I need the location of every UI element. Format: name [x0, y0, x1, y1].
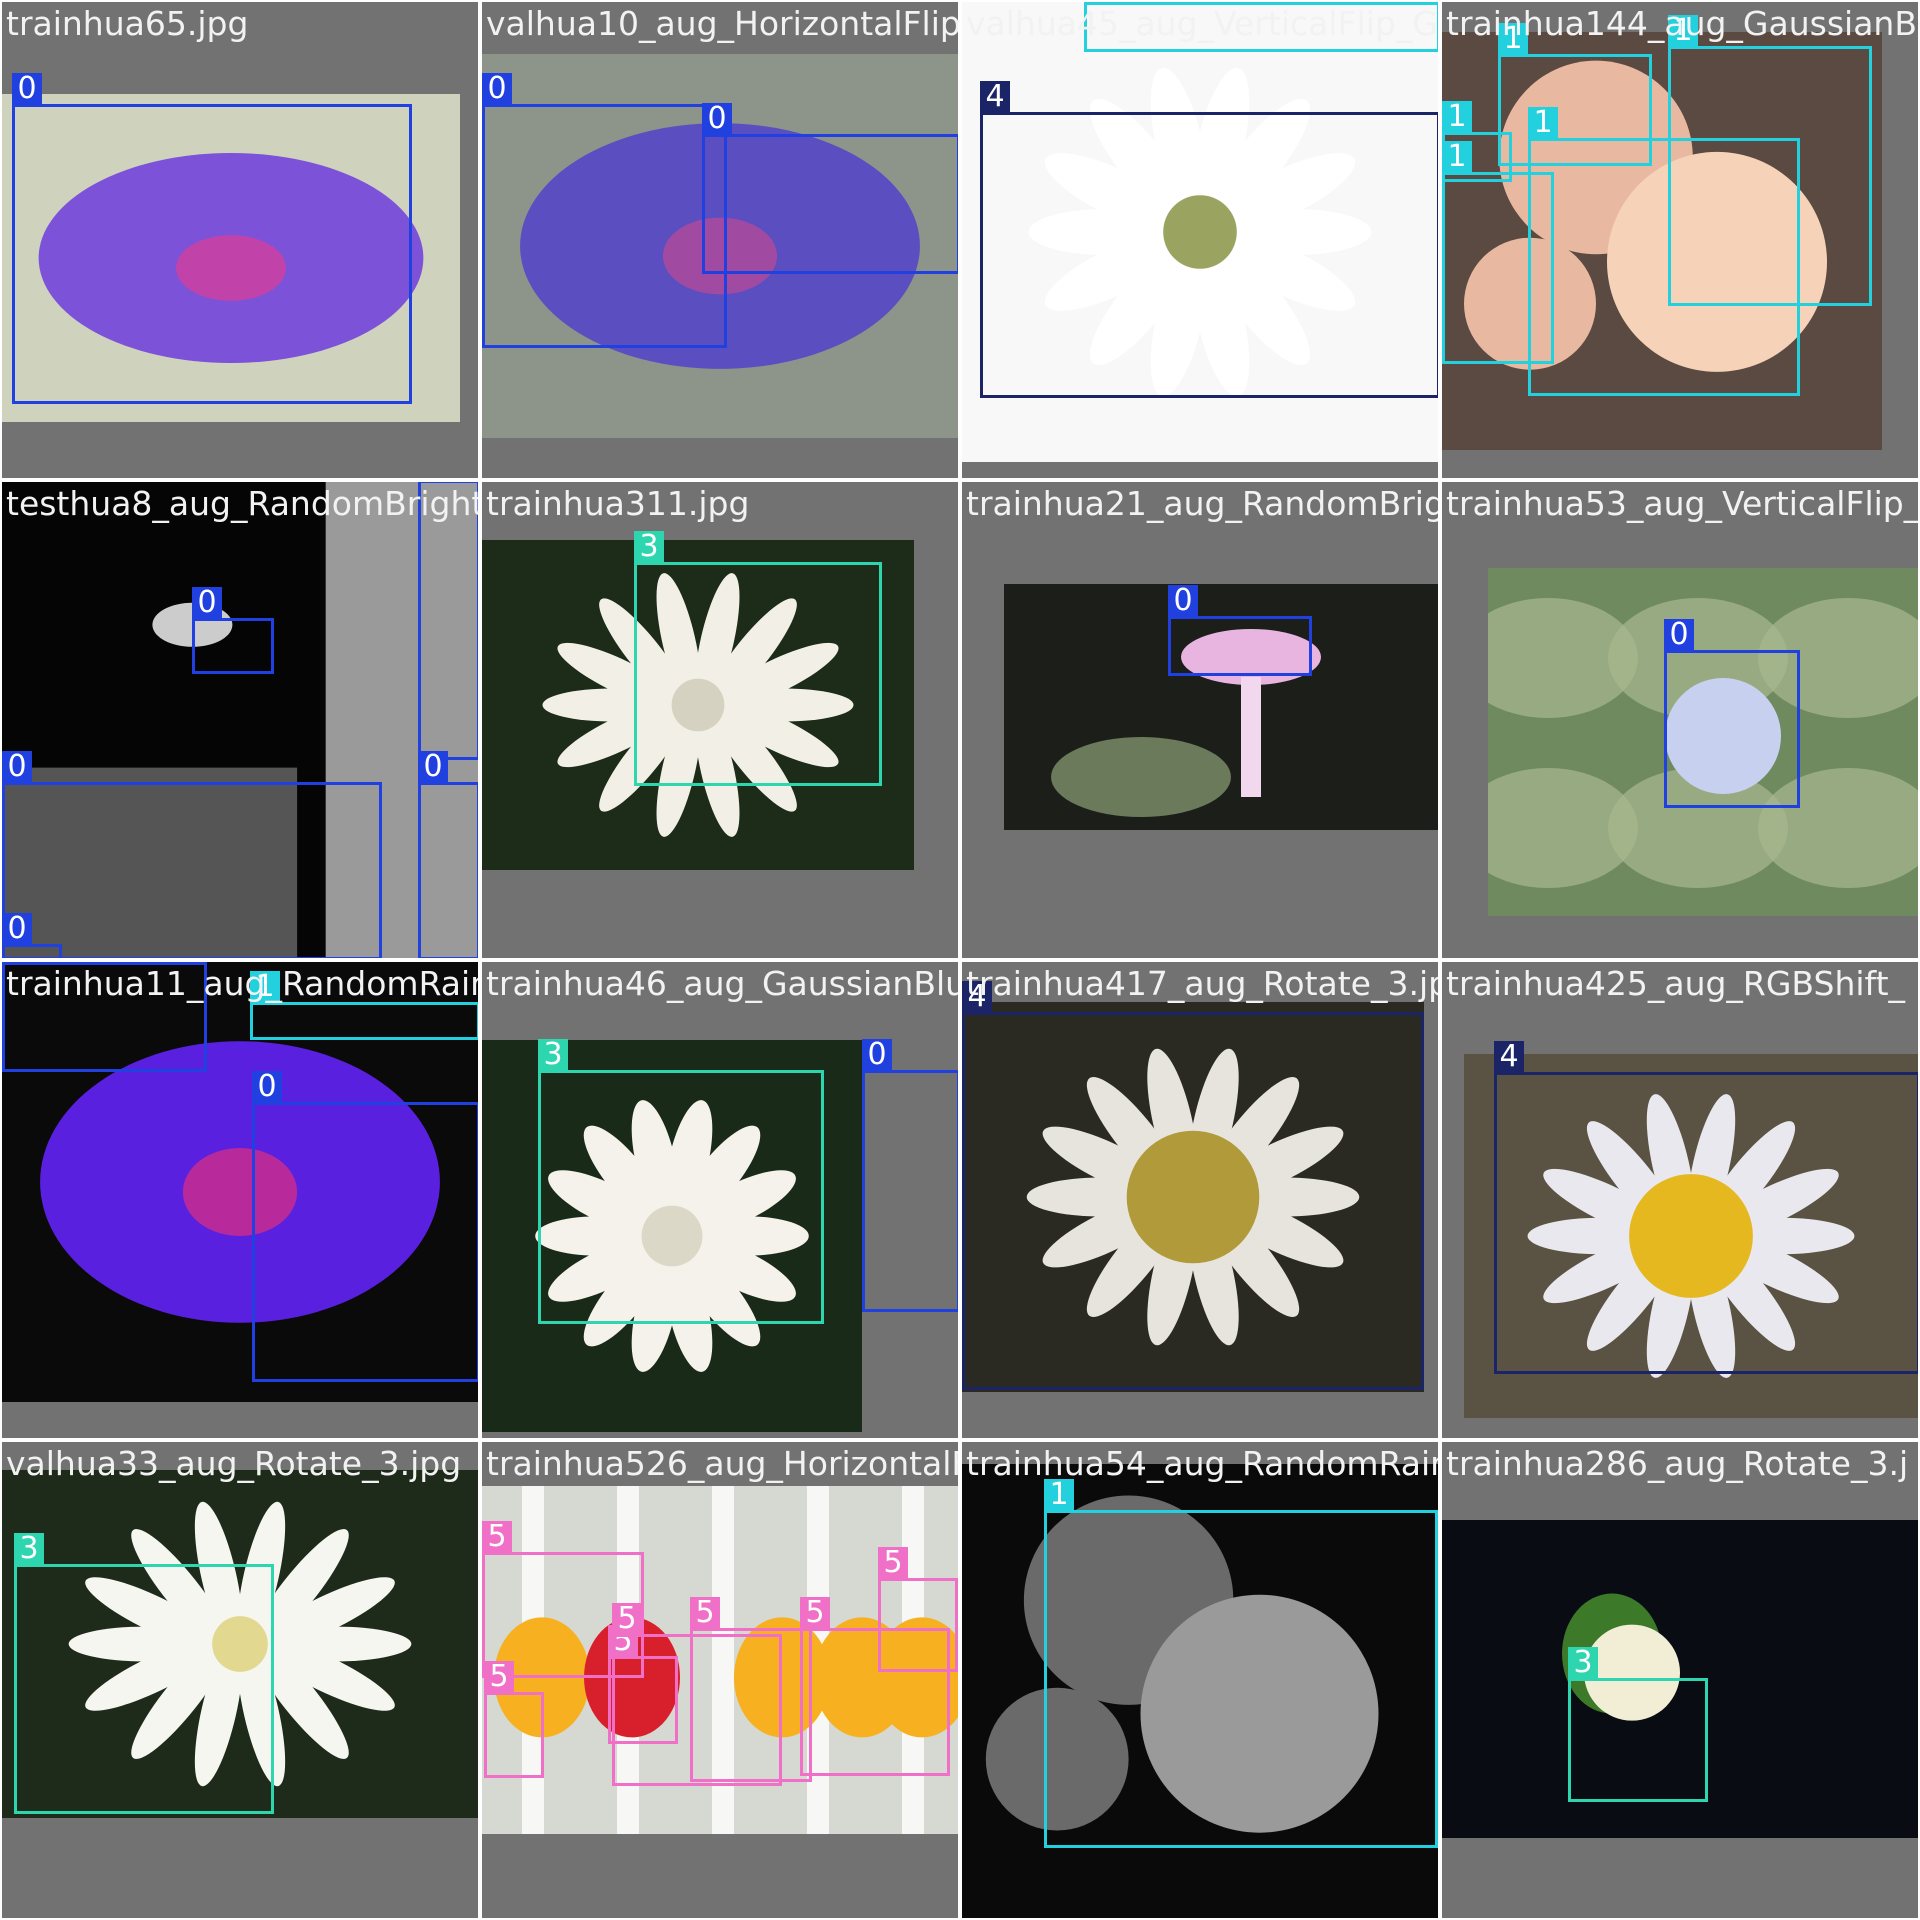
- class-label: 5: [612, 1603, 642, 1635]
- bounding-box: 5: [484, 1661, 544, 1778]
- class-label: 0: [702, 103, 732, 135]
- tile-filename: trainhua417_aug_Rotate_3.jpg: [966, 964, 1440, 1003]
- tile-3: valhua45_aug_VerticalFlip_Gaussian 4 1: [960, 0, 1440, 480]
- class-label: 0: [252, 1071, 282, 1103]
- tile-filename: trainhua526_aug_HorizontalFlip_1.jpg: [486, 1444, 960, 1483]
- tile-13: valhua33_aug_Rotate_3.jpg 3: [0, 1440, 480, 1920]
- class-label: 5: [482, 1521, 512, 1553]
- tile-filename: trainhua53_aug_VerticalFlip_: [1446, 484, 1920, 523]
- tile-filename: valhua45_aug_VerticalFlip_Gaussian: [966, 4, 1438, 43]
- tile-14: trainhua526_aug_HorizontalFlip_1.jpg 5 5 5 5…: [480, 1440, 960, 1920]
- tile-16: trainhua286_aug_Rotate_3.j 3: [1440, 1440, 1920, 1920]
- tile-4: trainhua144_aug_GaussianB 1 1 1 1 1: [1440, 0, 1920, 480]
- bounding-box: 0: [2, 913, 62, 958]
- tile-9: trainhua11_aug_RandomRain_0.jpg010: [0, 960, 480, 1440]
- class-label: 5: [800, 1597, 830, 1629]
- class-label: 3: [1568, 1647, 1598, 1679]
- mosaic-grid: trainhua65.jpg 0 valhua10_aug_HorizontalF…: [0, 0, 1920, 1920]
- bounding-box: 5: [878, 1547, 958, 1672]
- class-label: 0: [418, 751, 448, 783]
- bounding-box: 0: [2, 751, 382, 958]
- class-label: 0: [2, 751, 32, 783]
- bounding-box: 0: [482, 73, 727, 348]
- bounding-box: 1: [1442, 101, 1512, 182]
- bounding-box: 4: [980, 81, 1438, 398]
- class-label: 0: [2, 962, 32, 963]
- tile-7: trainhua21_aug_RandomBrightnessContrast 0: [960, 480, 1440, 960]
- bounding-box: 4: [962, 981, 1424, 1390]
- tile-8: trainhua53_aug_VerticalFlip_ 0: [1440, 480, 1920, 960]
- tile-1: trainhua65.jpg 0: [0, 0, 480, 480]
- bounding-box: 1: [250, 971, 478, 1040]
- tile-filename: trainhua11_aug_RandomRain_0.jpg: [6, 964, 478, 1003]
- class-label: 4: [1494, 1041, 1524, 1073]
- bounding-box: 3: [538, 1039, 824, 1324]
- tile-11: trainhua417_aug_Rotate_3.jpg 4: [960, 960, 1440, 1440]
- bounding-box: 0: [418, 751, 478, 958]
- bounding-box: 0: [192, 587, 274, 674]
- tile-6: trainhua311.jpg 3: [480, 480, 960, 960]
- class-label: 3: [634, 531, 664, 563]
- tile-filename: trainhua54_aug_RandomRain_0.jpg: [966, 1444, 1438, 1483]
- class-label: 3: [14, 1533, 44, 1565]
- bounding-box: 0: [252, 1071, 478, 1382]
- class-label: 1: [1442, 101, 1472, 133]
- class-label: 1: [1084, 2, 1114, 3]
- bounding-box: 0: [862, 1039, 958, 1312]
- tile-5: testhua8_aug_RandomBrightnessContrast 0 0 0…: [0, 480, 480, 960]
- bounding-box: 0: [12, 73, 412, 404]
- class-label: 0: [192, 587, 222, 619]
- bounding-box: 0: [1664, 619, 1800, 808]
- tile-filename: trainhua144_aug_GaussianB: [1446, 4, 1917, 43]
- class-label: 0: [12, 73, 42, 105]
- tile-filename: trainhua21_aug_RandomBrightnessContrast: [966, 484, 1438, 523]
- bounding-box: 3: [14, 1533, 274, 1814]
- tile-2: valhua10_aug_HorizontalFlip_1.jpg 0 0: [480, 0, 960, 480]
- tile-filename: valhua33_aug_Rotate_3.jpg: [6, 1444, 462, 1483]
- bounding-box: 0: [1168, 585, 1312, 676]
- class-label: 0: [1168, 585, 1198, 617]
- class-label: 5: [878, 1547, 908, 1579]
- class-label: 3: [538, 1039, 568, 1071]
- tile-filename: trainhua46_aug_GaussianBlur.jpg: [486, 964, 958, 1003]
- class-label: 0: [2, 913, 32, 945]
- class-label: 4: [980, 81, 1010, 113]
- tile-12: trainhua425_aug_RGBShift_ 4: [1440, 960, 1920, 1440]
- tile-15: trainhua54_aug_RandomRain_0.jpg1: [960, 1440, 1440, 1920]
- bounding-box: 3: [634, 531, 882, 786]
- class-label: 1: [1528, 107, 1558, 139]
- bounding-box: 1: [1044, 1479, 1438, 1848]
- class-label: 0: [418, 480, 448, 481]
- tile-filename: trainhua286_aug_Rotate_3.j: [1446, 1444, 1909, 1483]
- class-label: 5: [484, 1661, 514, 1693]
- tile-filename: testhua8_aug_RandomBrightnessContrast: [6, 484, 478, 523]
- tile-10: trainhua46_aug_GaussianBlur.jpg 3 0: [480, 960, 960, 1440]
- tile-filename: trainhua425_aug_RGBShift_: [1446, 964, 1906, 1003]
- bounding-box: 0: [702, 103, 958, 274]
- bounding-box: 1: [1668, 15, 1872, 306]
- bounding-box: 4: [1494, 1041, 1918, 1374]
- bounding-box: 3: [1568, 1647, 1708, 1802]
- class-label: 5: [690, 1597, 720, 1629]
- tile-filename: valhua10_aug_HorizontalFlip_1.jpg: [486, 4, 960, 43]
- class-label: 0: [862, 1039, 892, 1071]
- bounding-box: 5: [690, 1597, 812, 1782]
- class-label: 0: [1664, 619, 1694, 651]
- class-label: 0: [482, 73, 512, 105]
- tile-filename: trainhua65.jpg: [6, 4, 249, 43]
- tile-filename: trainhua311.jpg: [486, 484, 750, 523]
